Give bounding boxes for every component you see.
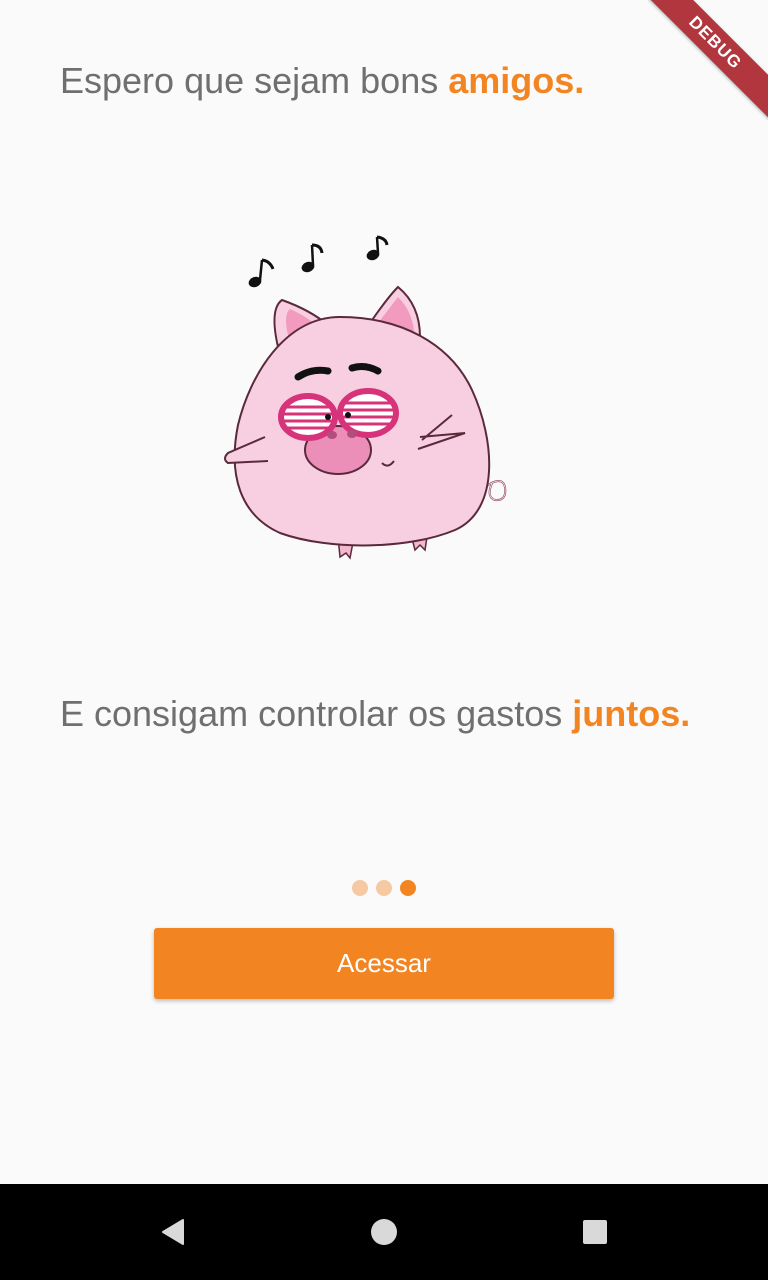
subline-accent: juntos. — [572, 693, 691, 734]
debug-banner: DEBUG — [648, 0, 768, 120]
page-indicator — [352, 880, 416, 896]
page-dot-2 — [376, 880, 392, 896]
headline: Espero que sejam bons amigos. — [60, 58, 584, 104]
headline-text: Espero que sejam bons — [60, 60, 449, 101]
access-button[interactable]: Acessar — [154, 928, 614, 999]
subline-text: E consigam controlar os gastos — [60, 693, 573, 734]
page-dot-1 — [352, 880, 368, 896]
home-button[interactable] — [364, 1212, 404, 1252]
back-button[interactable] — [152, 1212, 192, 1252]
onboarding-screen: Espero que sejam bons amigos. E consigam… — [0, 0, 768, 1280]
music-note-icon — [366, 235, 389, 261]
music-note-icon — [248, 258, 275, 288]
headline-accent: amigos. — [448, 60, 585, 101]
back-triangle-icon — [162, 1219, 184, 1245]
system-nav-bar — [0, 1184, 768, 1280]
subline: E consigam controlar os gastos juntos. — [60, 692, 700, 736]
recent-apps-button[interactable] — [575, 1212, 615, 1252]
page-dot-3-active — [400, 880, 416, 896]
debug-banner-label: DEBUG — [648, 0, 768, 120]
home-circle-icon — [371, 1219, 397, 1245]
music-note-icon — [301, 243, 324, 273]
recent-apps-square-icon — [583, 1220, 607, 1244]
dancing-pig-icon — [224, 235, 507, 560]
